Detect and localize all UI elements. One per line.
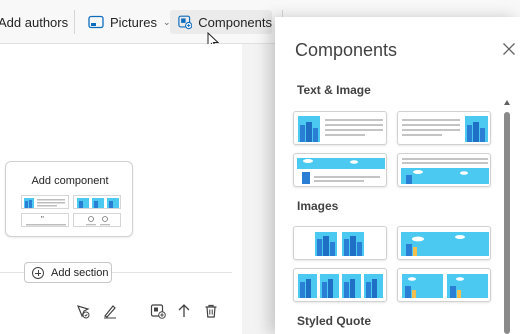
components-button[interactable]: Components xyxy=(170,10,272,34)
mini-quote-tile: " xyxy=(21,213,69,227)
components-icon xyxy=(178,15,193,30)
add-component-title: Add component xyxy=(31,175,109,187)
mini-text-image-tile xyxy=(21,195,69,209)
pictures-icon xyxy=(88,15,104,29)
design-ideas-icon[interactable] xyxy=(75,303,91,319)
mini-images-tile xyxy=(73,195,121,209)
add-circle-icon xyxy=(32,266,44,279)
add-component-icon[interactable] xyxy=(150,303,166,319)
add-section-label: Add section xyxy=(51,266,109,279)
toolbar-divider xyxy=(74,10,75,34)
components-panel: Components Text & Image Images Styled Qu… xyxy=(275,17,520,334)
component-tile-two-images[interactable] xyxy=(293,226,387,260)
mini-people-tile xyxy=(73,213,121,227)
component-tile-four-images[interactable] xyxy=(293,268,387,302)
panel-scrollbar-thumb[interactable] xyxy=(504,112,510,334)
component-tile-text-image-right[interactable] xyxy=(397,111,491,145)
add-authors-label: Add authors xyxy=(0,14,69,30)
component-tile-wide-image[interactable] xyxy=(397,226,491,260)
component-tile-banner-image-text[interactable] xyxy=(293,153,387,187)
svg-text:": " xyxy=(41,215,44,224)
components-label: Components xyxy=(198,14,272,30)
section-title-images: Images xyxy=(297,199,339,213)
component-tile-text-banner-image[interactable] xyxy=(397,153,491,187)
add-component-card[interactable]: Add component " xyxy=(5,161,133,237)
add-section-button[interactable]: Add section xyxy=(24,262,112,283)
pen-edit-icon[interactable] xyxy=(102,303,118,319)
pictures-button[interactable]: Pictures ⌄ xyxy=(88,10,171,34)
component-tile-two-wide-images[interactable] xyxy=(397,268,491,302)
add-authors-button[interactable]: Add authors xyxy=(0,10,68,34)
delete-trash-icon[interactable] xyxy=(203,303,219,319)
component-tile-image-left-text[interactable] xyxy=(293,111,387,145)
canvas-gutter xyxy=(242,44,254,334)
pictures-label: Pictures xyxy=(110,14,157,30)
section-title-styled-quote: Styled Quote xyxy=(297,314,372,328)
panel-title: Components xyxy=(295,40,398,60)
close-icon[interactable] xyxy=(502,42,516,56)
scroll-up-arrow-icon[interactable] xyxy=(504,100,510,105)
move-up-arrow-icon[interactable] xyxy=(176,303,192,319)
section-title-text-image: Text & Image xyxy=(297,83,371,97)
